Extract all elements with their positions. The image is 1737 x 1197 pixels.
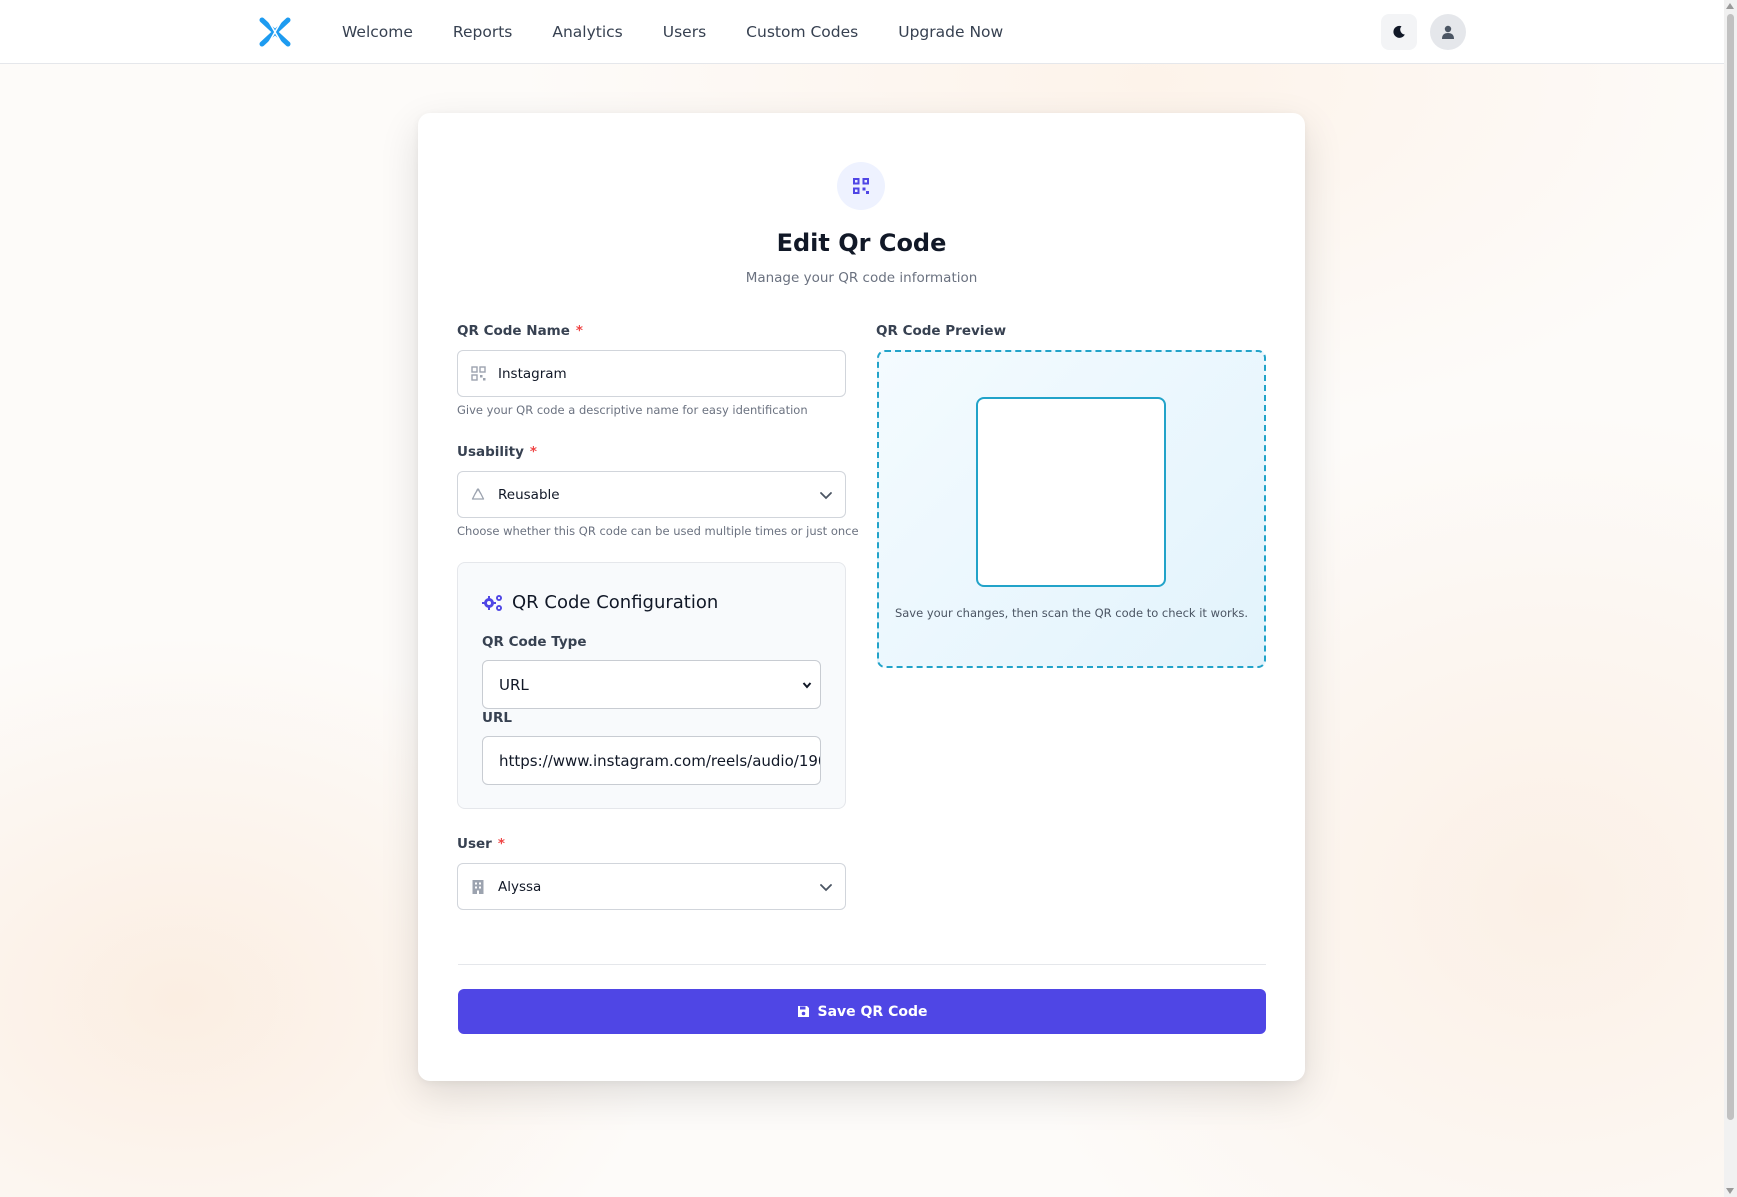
qr-preview-label: QR Code Preview xyxy=(876,323,1007,339)
nav-item-upgrade-now[interactable]: Upgrade Now xyxy=(898,23,1003,41)
chevron-down-icon xyxy=(820,492,832,500)
qr-config-panel: QR Code Configuration QR Code Type URL U… xyxy=(457,562,846,809)
edit-qr-card: Edit Qr Code Manage your QR code informa… xyxy=(418,113,1305,1081)
qr-type-value: URL xyxy=(499,675,529,694)
qr-header-badge xyxy=(837,162,885,210)
user-label-text: User xyxy=(457,836,492,852)
usability-value: Reusable xyxy=(498,486,560,503)
qr-preview-note: Save your changes, then scan the QR code… xyxy=(894,606,1249,620)
qr-name-help: Give your QR code a descriptive name for… xyxy=(457,403,808,417)
qr-preview-area: Save your changes, then scan the QR code… xyxy=(877,350,1266,668)
usability-label-text: Usability xyxy=(457,444,524,460)
floppy-disk-icon xyxy=(797,1006,809,1017)
user-select[interactable]: Alyssa xyxy=(457,863,846,910)
app-logo-icon[interactable] xyxy=(258,16,292,48)
scrollbar-thumb[interactable] xyxy=(1727,14,1734,1120)
main-nav: Welcome Reports Analytics Users Custom C… xyxy=(342,0,1043,64)
save-qr-code-button[interactable]: Save QR Code xyxy=(458,989,1266,1034)
qr-name-value: Instagram xyxy=(498,365,567,382)
page-scrollbar[interactable] xyxy=(1724,0,1737,1197)
url-label: URL xyxy=(482,710,512,726)
nav-item-welcome[interactable]: Welcome xyxy=(342,23,413,41)
scroll-up-arrow-icon[interactable] xyxy=(1726,3,1734,9)
user-avatar-icon xyxy=(1442,25,1454,39)
qr-name-label: QR Code Name * xyxy=(457,323,583,339)
required-marker: * xyxy=(497,836,505,852)
user-value: Alyssa xyxy=(498,878,542,895)
moon-icon xyxy=(1393,25,1405,38)
url-input[interactable]: https://www.instagram.com/reels/audio/19… xyxy=(482,736,821,785)
user-menu-button[interactable] xyxy=(1430,14,1466,50)
nav-item-analytics[interactable]: Analytics xyxy=(552,23,622,41)
usability-label: Usability * xyxy=(457,444,537,460)
theme-toggle-button[interactable] xyxy=(1381,14,1417,50)
qr-code-image xyxy=(976,397,1166,587)
qr-name-input[interactable]: Instagram xyxy=(457,350,846,397)
usability-help: Choose whether this QR code can be used … xyxy=(457,524,859,538)
form-divider xyxy=(458,964,1266,965)
save-button-label: Save QR Code xyxy=(817,1003,928,1020)
qrcode-small-icon xyxy=(470,366,486,382)
building-icon xyxy=(470,879,486,895)
qrcode-icon xyxy=(853,178,869,194)
gears-icon xyxy=(482,594,502,611)
chevron-down-icon xyxy=(820,884,832,892)
nav-item-users[interactable]: Users xyxy=(663,23,706,41)
usability-select[interactable]: Reusable xyxy=(457,471,846,518)
qr-config-title: QR Code Configuration xyxy=(482,592,718,613)
nav-item-reports[interactable]: Reports xyxy=(453,23,512,41)
url-value: https://www.instagram.com/reels/audio/19… xyxy=(499,751,821,770)
user-label: User * xyxy=(457,836,505,852)
page-title: Edit Qr Code xyxy=(776,229,947,257)
scroll-down-arrow-icon[interactable] xyxy=(1726,1188,1734,1194)
chevron-down-icon xyxy=(802,682,812,689)
qr-type-select[interactable]: URL xyxy=(482,660,821,709)
qr-name-label-text: QR Code Name xyxy=(457,323,570,339)
required-marker: * xyxy=(529,444,537,460)
required-marker: * xyxy=(575,323,583,339)
recycle-icon xyxy=(470,487,486,503)
qr-type-label: QR Code Type xyxy=(482,634,587,650)
qr-config-title-text: QR Code Configuration xyxy=(512,592,719,613)
nav-item-custom-codes[interactable]: Custom Codes xyxy=(746,23,858,41)
page-subtitle: Manage your QR code information xyxy=(745,270,978,286)
top-navbar: Welcome Reports Analytics Users Custom C… xyxy=(0,0,1724,64)
